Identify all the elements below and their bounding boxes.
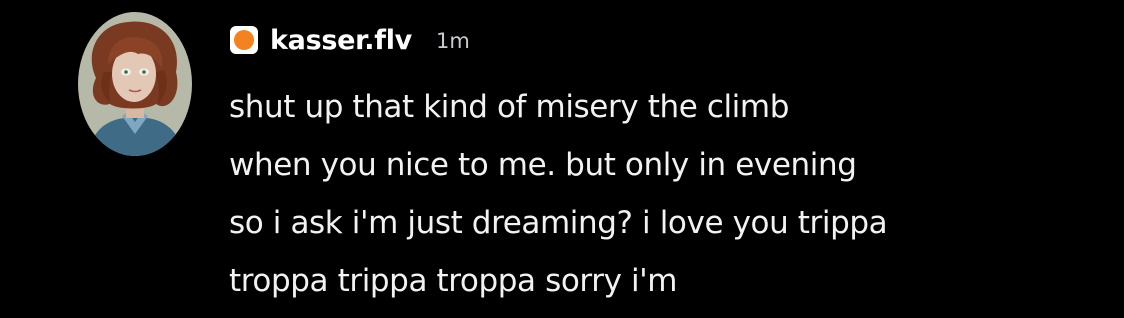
orange-circle-icon: [230, 26, 258, 54]
role-dot: [234, 30, 254, 50]
message-line: so i ask i'm just dreaming? i love you t…: [229, 205, 888, 241]
message-timestamp: 1m: [435, 29, 470, 53]
message-line: when you nice to me. but only in evening: [229, 147, 857, 183]
message-content: shut up that kind of misery the climb wh…: [229, 78, 1109, 310]
username[interactable]: kasser.flv: [270, 25, 412, 56]
message-line: troppa trippa troppa sorry i'm: [229, 263, 678, 299]
user-avatar[interactable]: [78, 12, 192, 156]
chat-message: kasser.flv 1m shut up that kind of miser…: [0, 0, 1124, 318]
message-line: shut up that kind of misery the climb: [229, 89, 789, 125]
avatar-portrait-icon: [78, 12, 192, 156]
message-header: kasser.flv 1m: [230, 20, 470, 60]
